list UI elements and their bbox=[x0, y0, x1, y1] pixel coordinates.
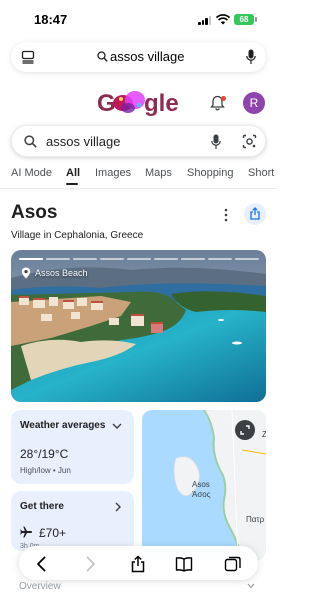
share-icon[interactable] bbox=[129, 555, 147, 573]
chevron-down-icon[interactable] bbox=[112, 422, 122, 430]
weather-card-title: Weather averages bbox=[20, 420, 106, 431]
google-doodle-logo[interactable]: G gle bbox=[97, 88, 181, 118]
search-icon bbox=[97, 51, 108, 62]
voice-search-icon[interactable] bbox=[211, 134, 221, 150]
map-expand-button[interactable] bbox=[235, 420, 255, 440]
chevron-right-icon[interactable] bbox=[115, 502, 121, 512]
tabs-overview-icon[interactable] bbox=[224, 555, 242, 573]
account-avatar[interactable]: R bbox=[243, 92, 265, 114]
hero-image[interactable]: Assos Beach bbox=[11, 250, 266, 402]
entity-title: Asos bbox=[11, 202, 58, 223]
map-label-asos: Asos bbox=[192, 480, 210, 489]
chevron-down-icon[interactable] bbox=[247, 583, 255, 589]
forward-arrow-icon[interactable] bbox=[81, 555, 99, 573]
battery-cap bbox=[255, 17, 257, 22]
get-there-card[interactable]: Get there £70+ 3h 0m bbox=[11, 491, 134, 551]
search-box[interactable]: assos village bbox=[11, 125, 266, 157]
back-arrow-icon[interactable] bbox=[33, 555, 51, 573]
map-label-patras: Πατρ bbox=[246, 515, 265, 524]
status-time: 18:47 bbox=[34, 12, 68, 27]
map-label-asos-greek: Άσος bbox=[192, 490, 211, 499]
battery-indicator: 68 bbox=[234, 14, 254, 25]
browser-toolbar bbox=[19, 546, 258, 580]
weather-card[interactable]: Weather averages 28°/19°C High/low • Jun bbox=[11, 410, 134, 484]
location-map[interactable]: Asos Άσος Πατρ Ζ bbox=[142, 410, 266, 560]
location-pin-icon bbox=[21, 267, 31, 279]
active-tab-indicator bbox=[66, 183, 78, 185]
microphone-icon[interactable] bbox=[246, 49, 256, 65]
tab-all[interactable]: All bbox=[66, 167, 80, 179]
search-input[interactable]: assos village bbox=[46, 134, 120, 149]
expand-icon bbox=[240, 425, 250, 435]
overview-section-label[interactable]: Overview bbox=[19, 581, 61, 592]
weather-temperature: 28°/19°C bbox=[20, 447, 69, 461]
entity-subtitle: Village in Cephalonia, Greece bbox=[11, 230, 144, 241]
notification-dot bbox=[221, 96, 226, 101]
search-tabs: AI Mode All Images Maps Shopping Short bbox=[0, 160, 277, 186]
cellular-signal-icon bbox=[198, 15, 212, 25]
bookmarks-book-icon[interactable] bbox=[175, 555, 193, 573]
image-carousel-progress bbox=[19, 258, 259, 261]
tab-shopping[interactable]: Shopping bbox=[187, 167, 234, 179]
google-lens-icon[interactable] bbox=[242, 134, 257, 149]
weather-caption: High/low • Jun bbox=[20, 466, 71, 475]
get-there-title: Get there bbox=[20, 501, 64, 512]
page-menu-icon[interactable] bbox=[21, 50, 35, 64]
flight-price: £70+ bbox=[39, 526, 67, 540]
address-query[interactable]: assos village bbox=[110, 49, 184, 64]
tab-images[interactable]: Images bbox=[95, 167, 131, 179]
map-label-z: Ζ bbox=[262, 430, 266, 439]
image-caption: Assos Beach bbox=[35, 268, 88, 278]
tab-ai-mode[interactable]: AI Mode bbox=[11, 167, 52, 179]
share-icon bbox=[250, 207, 260, 220]
status-bar: 18:47 68 bbox=[0, 0, 277, 40]
wifi-icon bbox=[216, 14, 230, 25]
tab-maps[interactable]: Maps bbox=[145, 167, 172, 179]
svg-text:gle: gle bbox=[144, 90, 179, 117]
tab-short[interactable]: Short bbox=[248, 167, 274, 179]
share-button[interactable] bbox=[244, 203, 266, 225]
address-bar[interactable]: assos village bbox=[11, 42, 266, 72]
search-icon bbox=[24, 135, 37, 148]
airplane-icon bbox=[20, 526, 32, 538]
more-options-icon[interactable] bbox=[224, 208, 228, 222]
tabs-divider bbox=[0, 188, 277, 189]
svg-text:G: G bbox=[97, 90, 116, 117]
